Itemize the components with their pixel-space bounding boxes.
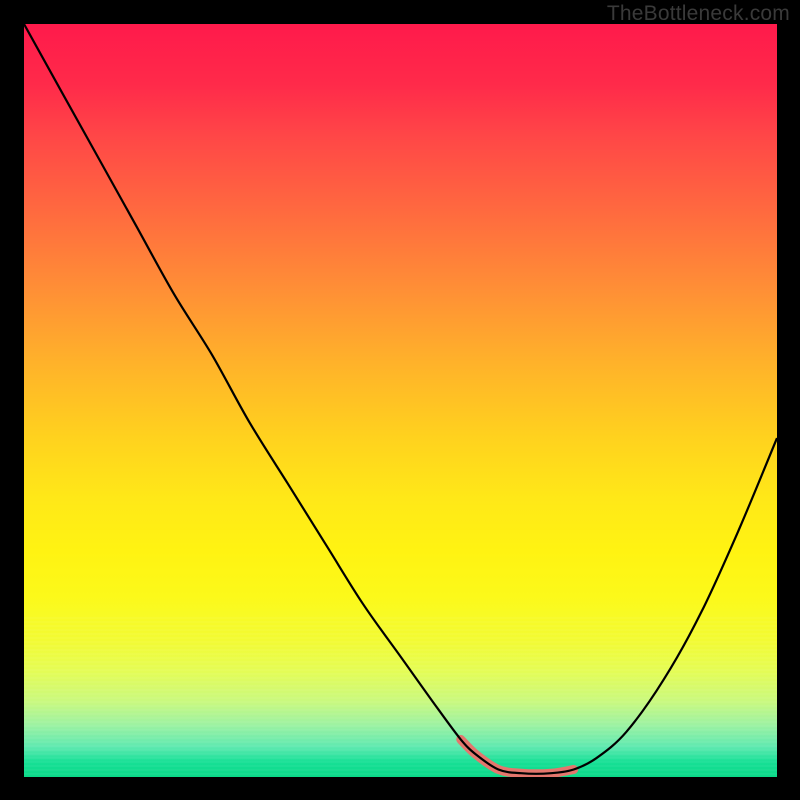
outer-frame: TheBottleneck.com bbox=[0, 0, 800, 800]
chart-svg bbox=[24, 24, 777, 777]
watermark-text: TheBottleneck.com bbox=[607, 2, 790, 26]
bottleneck-curve bbox=[24, 24, 777, 774]
plot-area bbox=[24, 24, 777, 777]
